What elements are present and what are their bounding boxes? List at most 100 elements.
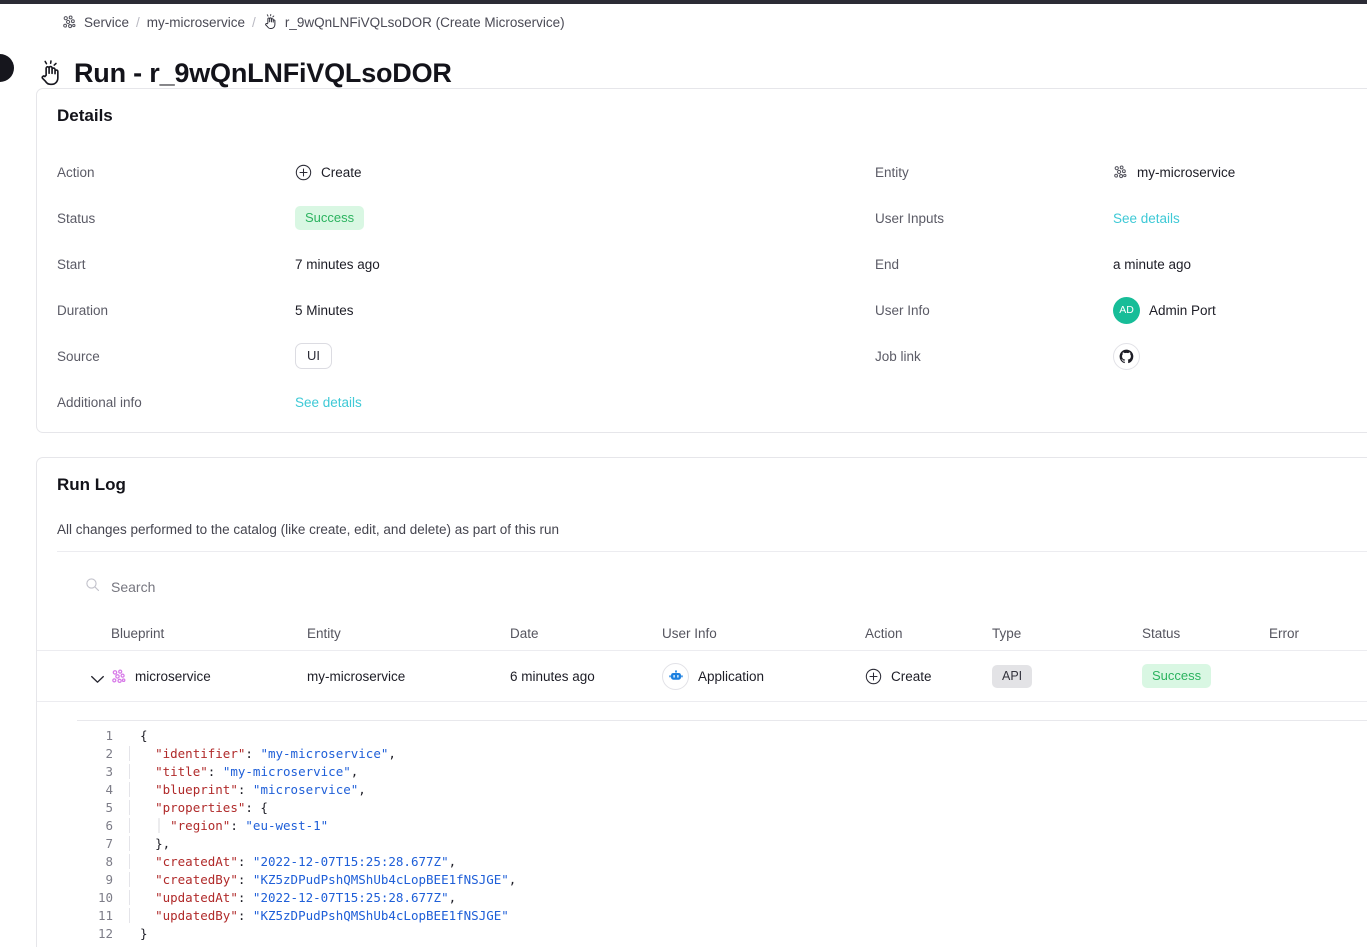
detail-start-value: 7 minutes ago [295, 256, 380, 272]
detail-action: Action Create [57, 149, 362, 195]
search-input[interactable] [111, 579, 351, 595]
detail-label: Source [57, 348, 100, 364]
code-line-content: "title": "my-microservice", [129, 763, 358, 779]
cell-user-info: Application [662, 651, 764, 701]
code-line-number: 2 [105, 745, 113, 761]
cell-date: 6 minutes ago [510, 668, 595, 684]
code-line-number: 8 [105, 853, 113, 869]
code-line-content: "createdAt": "2022-12-07T15:25:28.677Z", [129, 853, 456, 869]
detail-value[interactable]: my-microservice [1113, 165, 1235, 180]
column-header-user-info: User Info [662, 625, 717, 641]
microservice-icon [1113, 165, 1128, 180]
run-log-subtitle: All changes performed to the catalog (li… [57, 522, 560, 537]
column-header-blueprint: Blueprint [111, 625, 165, 641]
code-line-number: 4 [105, 781, 113, 797]
detail-label: End [875, 256, 900, 272]
detail-label: User Info [875, 302, 930, 318]
cell-action: Create [865, 651, 932, 701]
detail-end: End a minute ago [875, 241, 1191, 287]
cell-entity: my-microservice [307, 668, 406, 684]
detail-source: Source UI [57, 333, 332, 379]
cell-blueprint: microservice [111, 651, 211, 701]
microservice-icon [111, 668, 126, 684]
cursor-hand-icon [263, 14, 278, 30]
detail-value: See details [295, 395, 362, 410]
detail-value [1113, 342, 1140, 370]
detail-label: Additional info [57, 394, 142, 410]
code-line-number: 10 [97, 889, 113, 905]
run-log-title: Run Log [57, 475, 126, 494]
divider [57, 551, 1367, 552]
user-inputs-see-details-link[interactable]: See details [1113, 211, 1180, 226]
cell-type: API [992, 651, 1033, 701]
detail-user-info: User Info AD Admin Port [875, 287, 1216, 333]
cell-user-info-text: Application [698, 668, 765, 684]
cell-action-text: Create [891, 668, 932, 684]
detail-entity: Entity my-microservice [875, 149, 1235, 195]
github-icon[interactable] [1113, 342, 1140, 370]
code-line: 12} [77, 924, 1367, 942]
detail-duration-value: 5 Minutes [295, 302, 354, 318]
source-chip: UI [295, 342, 332, 370]
robot-avatar-icon [662, 662, 689, 690]
search-box[interactable] [85, 577, 385, 597]
column-header-action: Action [865, 625, 903, 641]
detail-value: Create [295, 164, 362, 181]
avatar: AD [1113, 296, 1140, 324]
code-line-content: "updatedAt": "2022-12-07T15:25:28.677Z", [129, 889, 456, 905]
column-header-type: Type [992, 625, 1022, 641]
detail-label: Status [57, 210, 96, 226]
code-line-number: 11 [97, 907, 113, 923]
breadcrumb-item-service[interactable]: Service [84, 15, 129, 30]
code-line: 9 "createdBy": "KZ5zDPudPshQMShUb4cLopBE… [77, 870, 1367, 888]
detail-label: Action [57, 164, 95, 180]
breadcrumb-item-entity[interactable]: my-microservice [147, 15, 245, 30]
code-line: 8 "createdAt": "2022-12-07T15:25:28.677Z… [77, 852, 1367, 870]
additional-info-see-details-link[interactable]: See details [295, 395, 362, 410]
details-row: Status Success User Inputs See details [57, 195, 1367, 241]
details-card: Details Action Create Entity my-microser… [36, 88, 1367, 433]
code-line-number: 6 [105, 817, 113, 833]
detail-label: Start [57, 256, 86, 272]
code-line: 2 "identifier": "my-microservice", [77, 744, 1367, 762]
detail-status: Status Success [57, 195, 365, 241]
sidebar-toggle[interactable] [0, 54, 14, 82]
breadcrumb-item-run[interactable]: r_9wQnLNFiVQLsoDOR (Create Microservice) [285, 15, 565, 30]
table-header-row: Blueprint Entity Date User Info Action T… [37, 616, 1367, 650]
detail-label: Duration [57, 302, 109, 318]
code-line: 4 "blueprint": "microservice", [77, 780, 1367, 798]
detail-start: Start 7 minutes ago [57, 241, 380, 287]
detail-end-value: a minute ago [1113, 256, 1192, 272]
column-header-entity: Entity [307, 625, 341, 641]
detail-additional-info: Additional info See details [57, 379, 362, 425]
detail-job-link: Job link [875, 333, 1140, 379]
code-line: 3 "title": "my-microservice", [77, 762, 1367, 780]
cell-blueprint-text: microservice [135, 668, 211, 684]
table-row[interactable]: microservice my-microservice 6 minutes a… [37, 650, 1367, 702]
code-line: 5 "properties": { [77, 798, 1367, 816]
code-line-content: } [140, 925, 148, 941]
code-line-number: 1 [105, 727, 113, 743]
details-row: Duration 5 Minutes User Info AD Admin Po… [57, 287, 1367, 333]
code-line-number: 9 [105, 871, 113, 887]
page-title-text: Run - r_9wQnLNFiVQLsoDOR [74, 58, 452, 89]
plus-circle-icon [295, 164, 312, 181]
detail-value: Success [295, 206, 365, 230]
code-line-content: "blueprint": "microservice", [129, 781, 366, 797]
breadcrumb-separator: / [252, 14, 256, 30]
code-line-content: "properties": { [129, 799, 268, 815]
code-line-content: "updatedBy": "KZ5zDPudPshQMShUb4cLopBEE1… [129, 907, 509, 923]
detail-value: See details [1113, 211, 1180, 226]
details-row: Source UI Job link [57, 333, 1367, 379]
cursor-hand-icon [38, 60, 63, 87]
page-title: Run - r_9wQnLNFiVQLsoDOR [38, 58, 452, 89]
status-badge: Success [1142, 664, 1212, 688]
cell-status: Success [1142, 651, 1212, 701]
code-line: 11 "updatedBy": "KZ5zDPudPshQMShUb4cLopB… [77, 906, 1367, 924]
code-line: 7 }, [77, 834, 1367, 852]
detail-action-text: Create [321, 164, 362, 180]
code-line-number: 7 [105, 835, 113, 851]
status-badge: Success [295, 206, 365, 230]
column-header-error: Error [1269, 625, 1299, 641]
details-title: Details [57, 106, 113, 125]
